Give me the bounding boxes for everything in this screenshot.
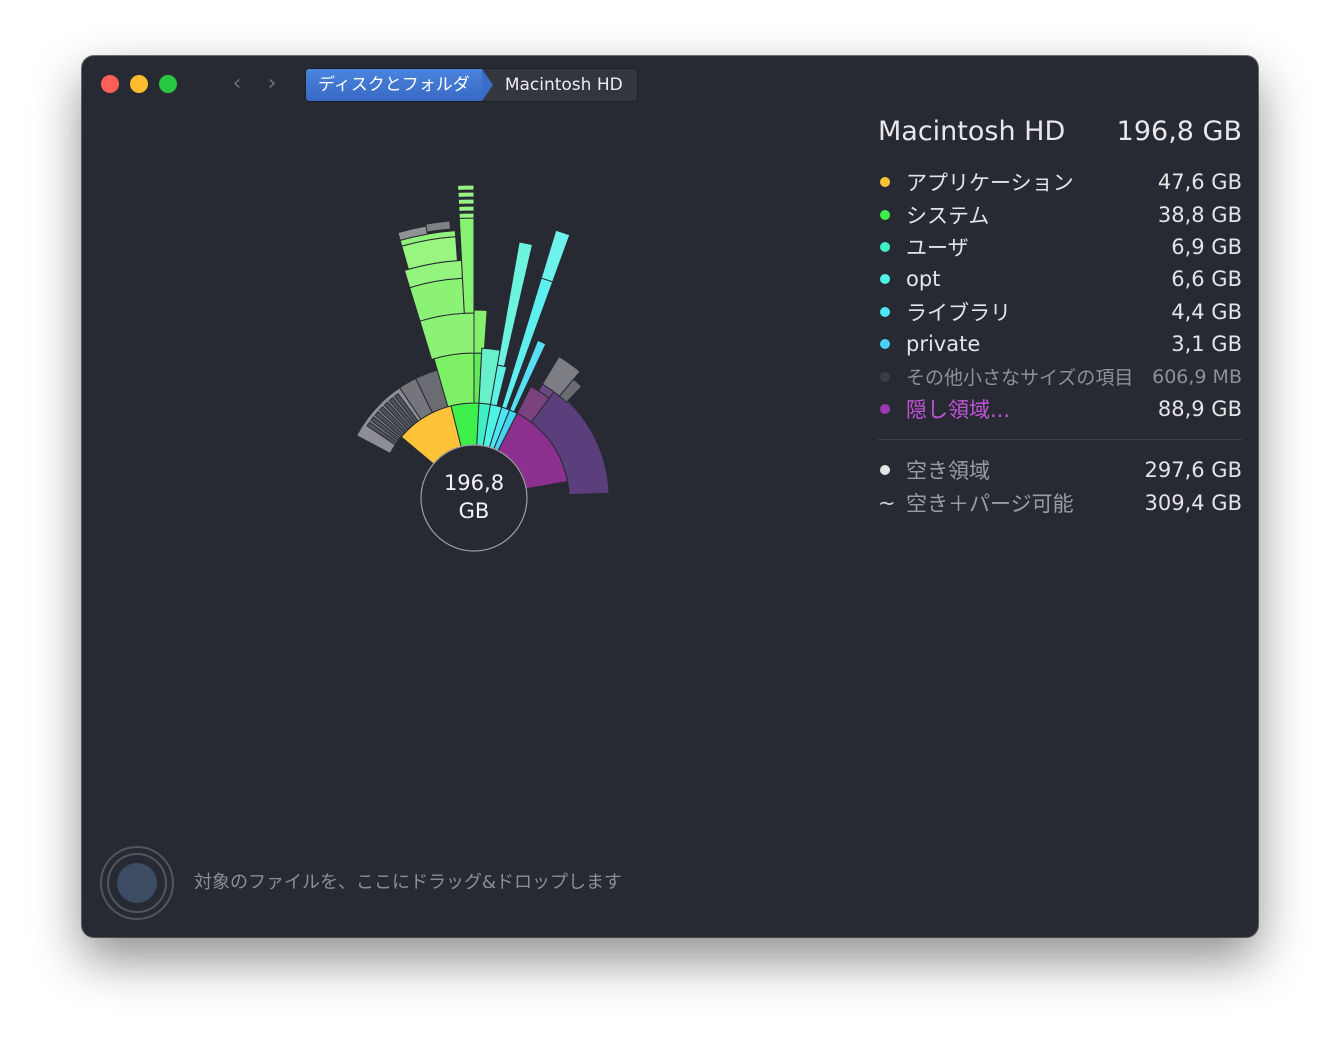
- item-size: 4,4 GB: [1171, 299, 1242, 324]
- color-dot: [880, 371, 890, 382]
- item-row-hidden-space[interactable]: 隠し領域... 88,9 GB: [878, 393, 1242, 425]
- sunburst-segment-system-leaf[interactable]: [457, 198, 475, 205]
- app-window: ‹ › ディスクとフォルダ Macintosh HD 196,8 GB Maci…: [82, 56, 1258, 937]
- color-dot: [880, 403, 890, 414]
- sunburst-segment-system-child[interactable]: [419, 312, 475, 360]
- free-space-row[interactable]: 空き領域 297,6 GB: [878, 454, 1242, 486]
- color-dot: [880, 274, 890, 285]
- item-row-private[interactable]: private 3,1 GB: [878, 328, 1242, 360]
- drop-target-core: [117, 863, 157, 903]
- sunburst-segment-system-leaf[interactable]: [457, 184, 475, 191]
- sunburst-segment-system-leaf[interactable]: [425, 220, 452, 233]
- drop-target-icon[interactable]: [100, 846, 174, 920]
- panel-header: Macintosh HD 196,8 GB: [878, 116, 1242, 160]
- color-dot: [880, 339, 890, 350]
- item-row-applications[interactable]: アプリケーション 47,6 GB: [878, 166, 1242, 198]
- item-row-other-small[interactable]: その他小さなサイズの項目 606,9 MB: [878, 360, 1242, 392]
- item-name: private: [906, 332, 981, 357]
- color-dot: [880, 306, 890, 317]
- item-size: 606,9 MB: [1152, 365, 1242, 388]
- item-name: ユーザ: [906, 235, 969, 260]
- free-space-label: 空き領域: [906, 459, 990, 484]
- item-row-opt[interactable]: opt 6,6 GB: [878, 263, 1242, 295]
- panel-divider: [878, 439, 1242, 441]
- purgeable-label: 空き＋パージ可能: [906, 491, 1074, 516]
- free-space-size: 297,6 GB: [1144, 458, 1242, 483]
- color-dot: [880, 209, 890, 220]
- item-name: システム: [906, 203, 990, 228]
- item-size: 6,6 GB: [1171, 267, 1242, 292]
- item-name: その他小さなサイズの項目: [906, 367, 1134, 390]
- item-size: 88,9 GB: [1157, 396, 1242, 421]
- item-size: 47,6 GB: [1157, 170, 1242, 195]
- sunburst-segment-system-leaf[interactable]: [458, 212, 475, 219]
- sunburst-segment-system-child[interactable]: [473, 309, 488, 354]
- sunburst-segment-system-leaf[interactable]: [457, 191, 475, 198]
- drop-hint-text: 対象のファイルを、ここにドラッグ&ドロップします: [194, 872, 623, 893]
- chart-center-unit: GB: [458, 499, 490, 523]
- disk-summary-panel: Macintosh HD 196,8 GB アプリケーション 47,6 GB シ…: [878, 116, 1242, 519]
- color-dot: [880, 177, 890, 188]
- item-name: アプリケーション: [906, 171, 1074, 196]
- chart-center-label: 196,8 GB: [419, 469, 529, 525]
- item-row-system[interactable]: システム 38,8 GB: [878, 198, 1242, 230]
- item-name: ライブラリ: [906, 300, 1011, 325]
- item-row-users[interactable]: ユーザ 6,9 GB: [878, 231, 1242, 263]
- chart-center-value: 196,8: [443, 471, 505, 495]
- volume-total: 196,8 GB: [1116, 116, 1242, 147]
- item-name: opt: [906, 267, 941, 292]
- purgeable-row[interactable]: ~ 空き＋パージ可能 309,4 GB: [878, 487, 1242, 519]
- color-dot: [880, 465, 890, 476]
- purgeable-size: 309,4 GB: [1144, 490, 1242, 515]
- sunburst-segment-system-leaf[interactable]: [458, 205, 475, 212]
- item-size: 6,9 GB: [1171, 234, 1242, 259]
- color-dot: [880, 241, 890, 252]
- item-size: 38,8 GB: [1157, 202, 1242, 227]
- item-size: 3,1 GB: [1171, 332, 1242, 357]
- item-name: 隠し領域...: [906, 397, 1011, 422]
- item-row-library[interactable]: ライブラリ 4,4 GB: [878, 296, 1242, 328]
- tilde-icon: ~: [878, 490, 896, 515]
- volume-name: Macintosh HD: [878, 116, 1066, 147]
- sunburst-segment-library-leaf[interactable]: [540, 229, 571, 283]
